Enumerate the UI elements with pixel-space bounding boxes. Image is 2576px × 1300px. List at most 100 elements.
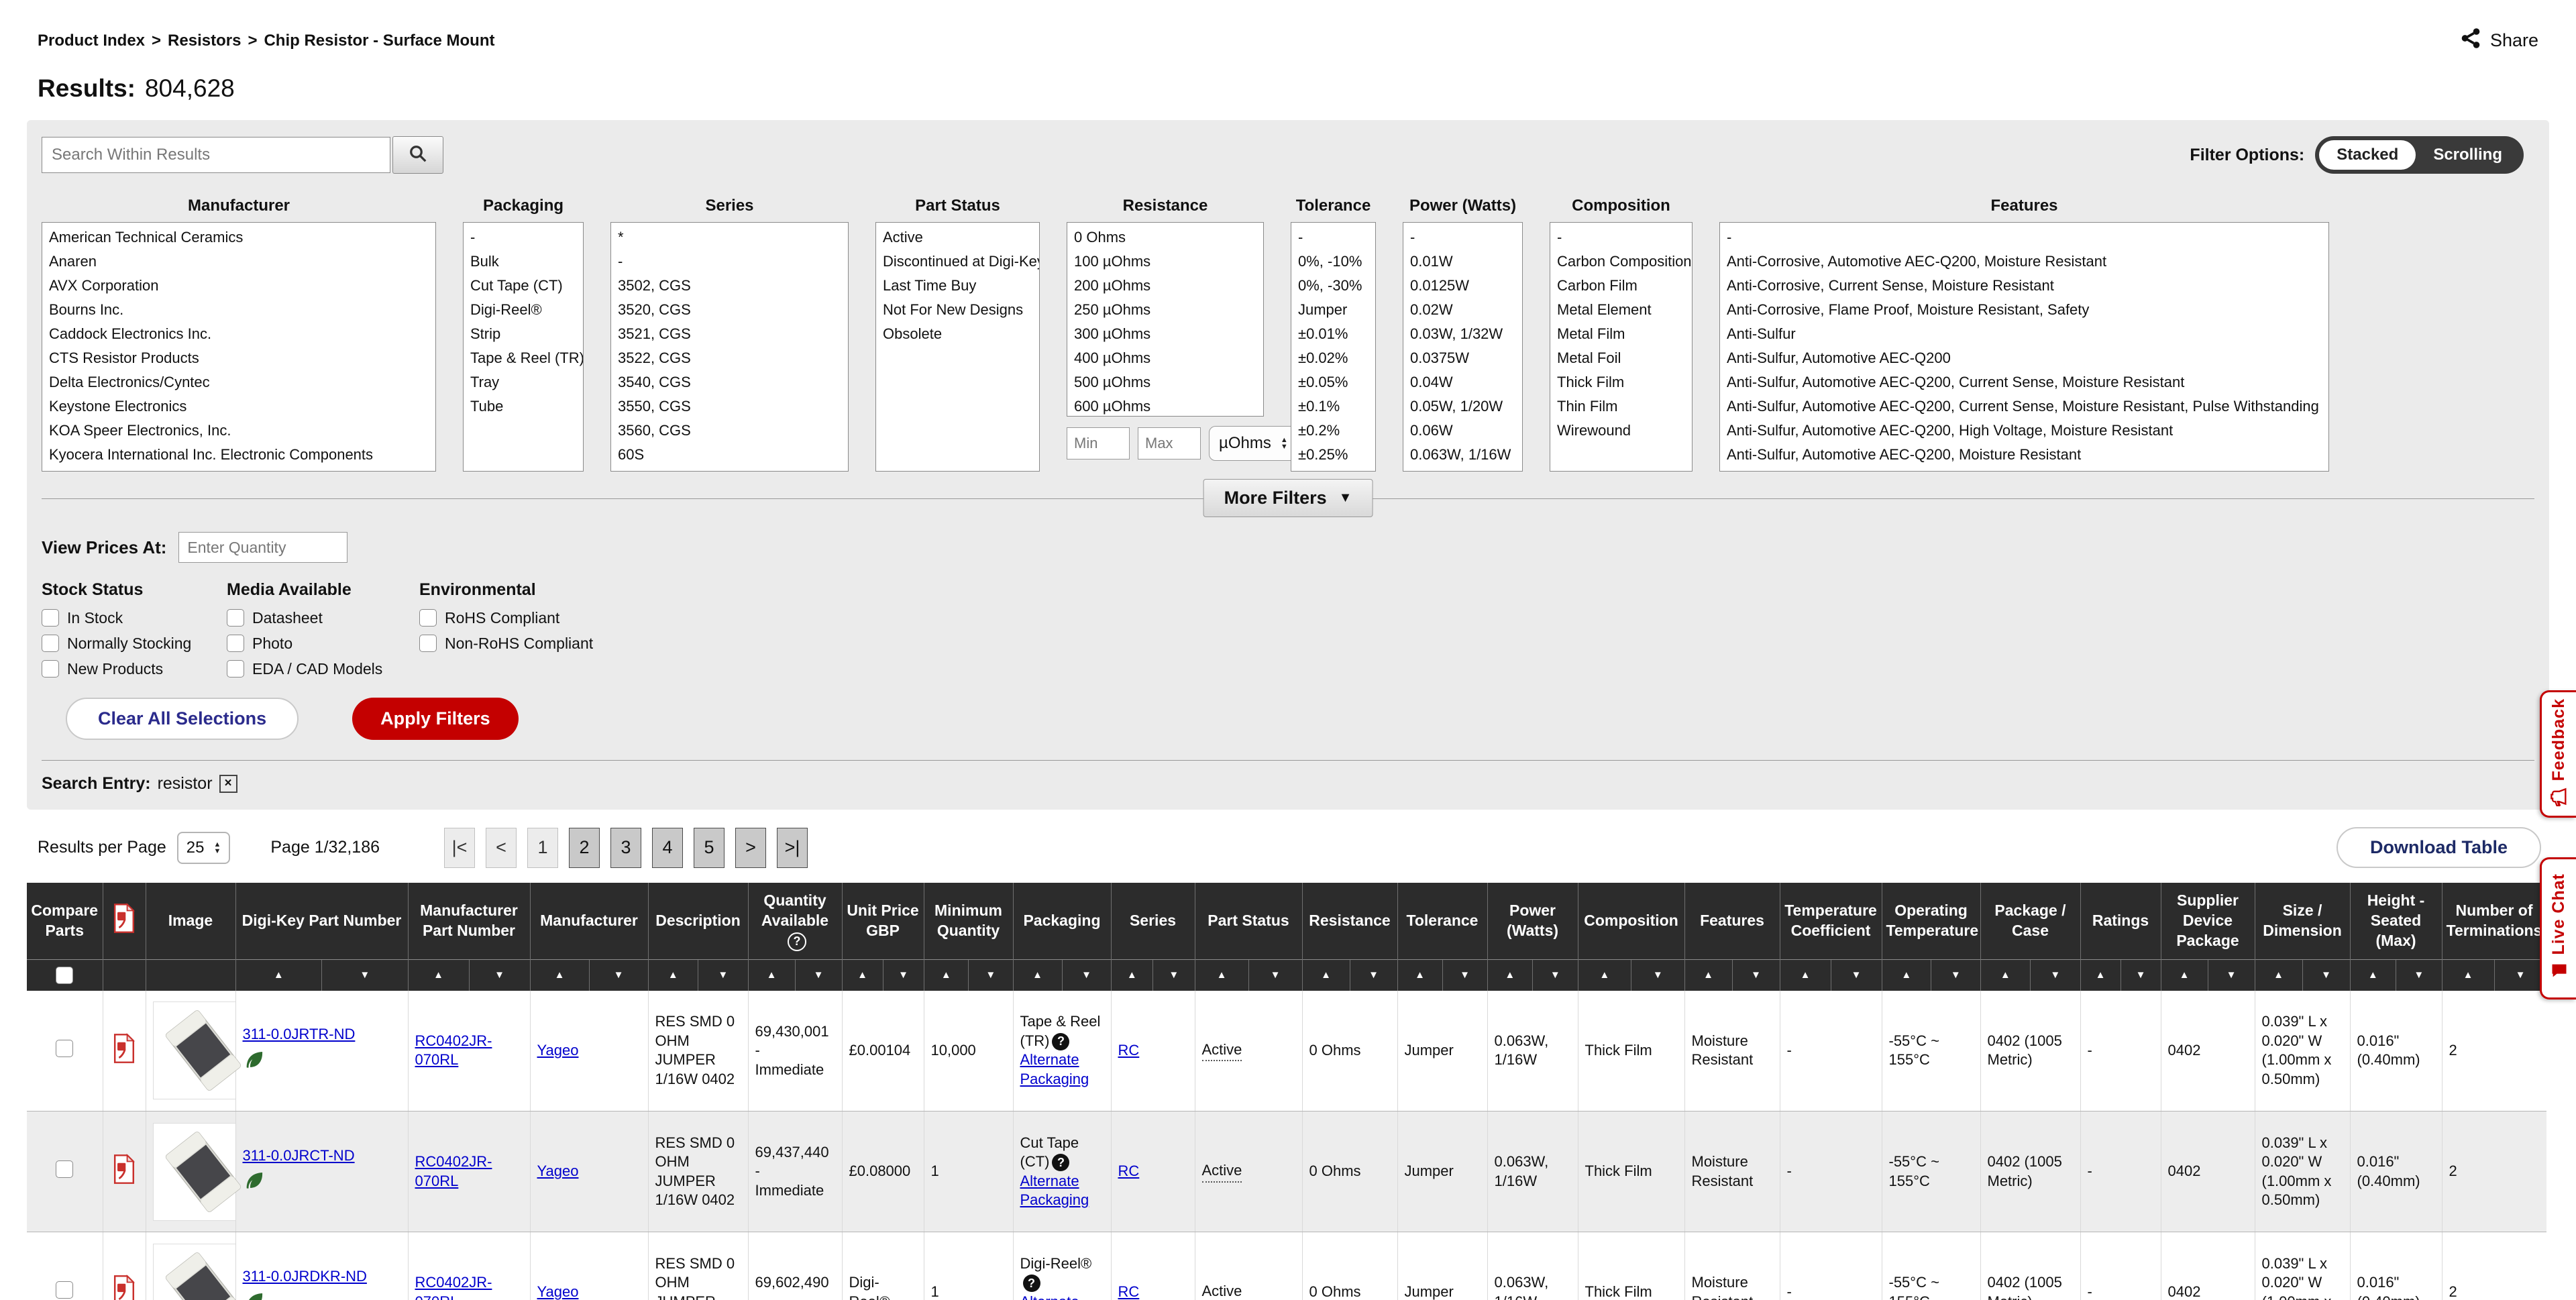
- datasheet-pdf-icon[interactable]: [111, 1050, 137, 1067]
- filter-option[interactable]: Strip: [464, 322, 583, 346]
- filter-listbox[interactable]: 0 Ohms100 µOhms200 µOhms250 µOhms300 µOh…: [1067, 222, 1264, 417]
- col-header-quantity-available[interactable]: Quantity Available?: [748, 883, 842, 959]
- filter-option[interactable]: Metal Element: [1550, 298, 1692, 322]
- filter-option[interactable]: Thin Film: [1550, 394, 1692, 419]
- sort-descending-button[interactable]: ▼: [2303, 960, 2350, 991]
- search-submit-button[interactable]: [392, 136, 443, 174]
- sort-ascending-button[interactable]: ▲: [236, 960, 323, 991]
- pager-page-1[interactable]: 1: [527, 828, 558, 868]
- filter-option[interactable]: 3550, CGS: [611, 394, 848, 419]
- filter-option[interactable]: 0.063W, 1/16W: [1403, 443, 1522, 467]
- pager-page-2[interactable]: 2: [569, 828, 600, 868]
- filter-option[interactable]: 100 µOhms: [1067, 250, 1263, 274]
- manufacturer-link[interactable]: Yageo: [537, 1042, 579, 1059]
- sort-ascending-button[interactable]: ▲: [1981, 960, 2031, 991]
- pager-prev[interactable]: <: [486, 828, 517, 868]
- feedback-tab[interactable]: Feedback: [2540, 690, 2576, 818]
- sort-descending-button[interactable]: ▼: [1063, 960, 1111, 991]
- filter-option[interactable]: Keystone Electronics: [42, 394, 435, 419]
- col-header-size-dimension[interactable]: Size / Dimension: [2255, 883, 2350, 959]
- filter-option[interactable]: Discontinued at Digi-Key: [876, 250, 1039, 274]
- sort-descending-button[interactable]: ▼: [2396, 960, 2442, 991]
- col-header-series[interactable]: Series: [1111, 883, 1195, 959]
- filter-option[interactable]: Bourns Inc.: [42, 298, 435, 322]
- col-header-supplier-device-package[interactable]: Supplier Device Package: [2161, 883, 2255, 959]
- filter-listbox[interactable]: -0%, -10%0%, -30%Jumper±0.01%±0.02%±0.05…: [1291, 222, 1376, 472]
- filter-option[interactable]: -: [1291, 225, 1375, 250]
- sort-descending-button[interactable]: ▼: [2495, 960, 2546, 991]
- select-all-checkbox[interactable]: [56, 967, 73, 984]
- sort-ascending-button[interactable]: ▲: [1303, 960, 1350, 991]
- manufacturer-link[interactable]: Yageo: [537, 1283, 579, 1300]
- filter-option[interactable]: Cut Tape (CT): [464, 274, 583, 298]
- filter-option[interactable]: 400 µOhms: [1067, 346, 1263, 370]
- filter-option[interactable]: 3522, CGS: [611, 346, 848, 370]
- pager-first[interactable]: |<: [444, 828, 475, 868]
- series-link[interactable]: RC: [1118, 1283, 1140, 1300]
- pager-page-4[interactable]: 4: [652, 828, 683, 868]
- pager-page-5[interactable]: 5: [694, 828, 724, 868]
- checkbox-option[interactable]: In Stock: [42, 606, 227, 629]
- checkbox-option[interactable]: RoHS Compliant: [419, 606, 593, 629]
- sort-descending-button[interactable]: ▼: [1249, 960, 1302, 991]
- filter-option[interactable]: 3560, CGS: [611, 419, 848, 443]
- filter-option[interactable]: -: [1550, 225, 1692, 250]
- sort-ascending-button[interactable]: ▲: [1112, 960, 1154, 991]
- filter-option[interactable]: Tube: [464, 394, 583, 419]
- toggle-stacked[interactable]: Stacked: [2319, 140, 2416, 170]
- search-within-results-input[interactable]: [42, 137, 390, 173]
- col-header-digi-key-part-number[interactable]: Digi-Key Part Number: [235, 883, 408, 959]
- filter-option[interactable]: Anti-Sulfur, Automotive AEC-Q200, Curren…: [1720, 394, 2328, 419]
- filter-option[interactable]: 0.01W: [1403, 250, 1522, 274]
- filter-option[interactable]: -: [611, 250, 848, 274]
- sort-descending-button[interactable]: ▼: [1153, 960, 1195, 991]
- checkbox[interactable]: [42, 635, 59, 652]
- alternate-packaging-link[interactable]: Alternate Packaging: [1020, 1173, 1089, 1209]
- filter-option[interactable]: Metal Film: [1550, 322, 1692, 346]
- checkbox[interactable]: [227, 660, 244, 678]
- col-header-packaging[interactable]: Packaging: [1013, 883, 1111, 959]
- sort-ascending-button[interactable]: ▲: [843, 960, 883, 991]
- help-icon[interactable]: ?: [1052, 1033, 1069, 1050]
- filter-option[interactable]: 300 µOhms: [1067, 322, 1263, 346]
- compare-checkbox[interactable]: [56, 1281, 73, 1299]
- sort-descending-button[interactable]: ▼: [590, 960, 648, 991]
- toggle-scrolling[interactable]: Scrolling: [2416, 140, 2520, 170]
- manufacturer-link[interactable]: Yageo: [537, 1162, 579, 1179]
- filter-option[interactable]: 3520, CGS: [611, 298, 848, 322]
- col-header-package-case[interactable]: Package / Case: [1980, 883, 2080, 959]
- col-header-number-of-terminations[interactable]: Number of Terminations: [2442, 883, 2546, 959]
- filter-option[interactable]: 3502, CGS: [611, 274, 848, 298]
- filter-option[interactable]: Anti-Sulfur, Automotive AEC-Q200: [1720, 346, 2328, 370]
- sort-ascending-button[interactable]: ▲: [649, 960, 699, 991]
- filter-option[interactable]: ±0.02%: [1291, 346, 1375, 370]
- resistance-max-input[interactable]: [1138, 427, 1201, 459]
- resistance-min-input[interactable]: [1067, 427, 1130, 459]
- sort-ascending-button[interactable]: ▲: [2255, 960, 2303, 991]
- view-prices-quantity-input[interactable]: [178, 532, 347, 563]
- col-header-part-status[interactable]: Part Status: [1195, 883, 1302, 959]
- checkbox[interactable]: [419, 635, 437, 652]
- filter-listbox[interactable]: -Carbon CompositionCarbon FilmMetal Elem…: [1550, 222, 1693, 472]
- checkbox-option[interactable]: Photo: [227, 632, 419, 655]
- filter-option[interactable]: Anti-Sulfur, Automotive AEC-Q200, Curren…: [1720, 370, 2328, 394]
- breadcrumb-item[interactable]: Resistors: [168, 32, 241, 50]
- manufacturer-part-number-link[interactable]: RC0402JR-070RL: [415, 1153, 492, 1189]
- filter-option[interactable]: ±0.1%: [1291, 394, 1375, 419]
- sort-ascending-button[interactable]: ▲: [1578, 960, 1632, 991]
- filter-option[interactable]: Obsolete: [876, 322, 1039, 346]
- sort-ascending-button[interactable]: ▲: [409, 960, 470, 991]
- filter-option[interactable]: 0.05W, 1/20W: [1403, 394, 1522, 419]
- sort-descending-button[interactable]: ▼: [969, 960, 1013, 991]
- sort-descending-button[interactable]: ▼: [698, 960, 748, 991]
- product-image[interactable]: [153, 1244, 254, 1300]
- sort-ascending-button[interactable]: ▲: [1398, 960, 1443, 991]
- sort-descending-button[interactable]: ▼: [470, 960, 530, 991]
- product-image[interactable]: [153, 1123, 254, 1221]
- sort-descending-button[interactable]: ▼: [1443, 960, 1487, 991]
- checkbox-option[interactable]: Normally Stocking: [42, 632, 227, 655]
- col-header-minimum-quantity[interactable]: Minimum Quantity: [924, 883, 1013, 959]
- checkbox[interactable]: [42, 660, 59, 678]
- filter-option[interactable]: 0.0375W: [1403, 346, 1522, 370]
- filter-option[interactable]: 60S: [611, 443, 848, 467]
